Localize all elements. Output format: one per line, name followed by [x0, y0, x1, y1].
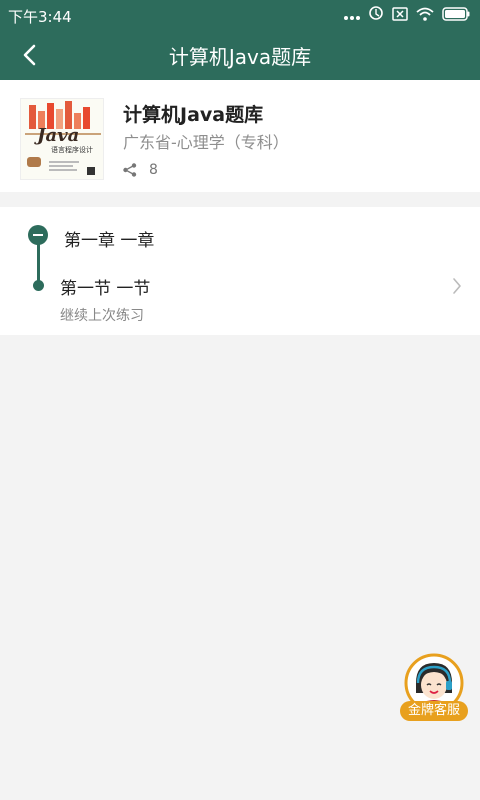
status-time: 下午3:44 [8, 8, 72, 26]
continue-practice-hint: 继续上次练习 [60, 308, 144, 324]
book-info-card[interactable]: Java 语言程序设计 计算机Java题库 广东省-心理学（专科） 8 [0, 80, 480, 192]
battery-icon [442, 6, 470, 25]
sim-error-icon [392, 6, 408, 25]
book-category: 广东省-心理学（专科） [123, 133, 289, 152]
status-bar: 下午3:44 [0, 0, 480, 30]
cover-title: Java [37, 125, 80, 146]
sync-icon [368, 5, 384, 25]
app-bar: 计算机Java题库 [0, 30, 480, 80]
page-title: 计算机Java题库 [168, 45, 312, 69]
cover-subtitle: 语言程序设计 [51, 146, 93, 154]
customer-service-button[interactable]: 金牌客服 [400, 653, 468, 721]
section-title: 第一节 一节 [60, 279, 151, 299]
more-dots-icon [344, 6, 360, 25]
wifi-icon [416, 6, 434, 25]
section-item[interactable]: 第一节 一节 继续上次练习 [0, 269, 480, 324]
chapter-list: 第一章 一章 第一节 一节 继续上次练习 [0, 207, 480, 335]
status-icons [344, 6, 470, 24]
chevron-right-icon [453, 278, 461, 294]
share-row[interactable]: 8 [123, 161, 158, 179]
collapse-icon[interactable] [28, 225, 48, 245]
customer-service-label: 金牌客服 [400, 701, 468, 721]
share-icon [123, 163, 137, 177]
book-cover: Java 语言程序设计 [20, 98, 104, 180]
book-title: 计算机Java题库 [123, 104, 264, 126]
chapter-title[interactable]: 第一章 一章 [64, 226, 154, 251]
share-count: 8 [149, 162, 158, 178]
